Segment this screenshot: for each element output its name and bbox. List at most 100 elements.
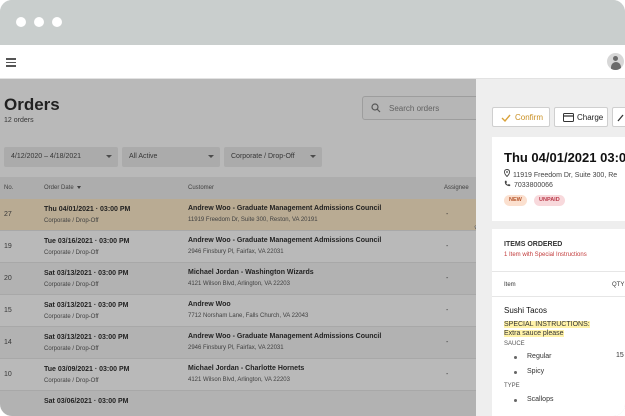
sauce-option: Regular: [527, 353, 552, 360]
more-actions-button[interactable]: [612, 107, 625, 127]
type-filter-value: Corporate / Drop-Off: [231, 153, 295, 160]
order-number: 20: [4, 275, 12, 282]
chevron-down-icon: [106, 155, 112, 158]
confirm-label: Confirm: [515, 113, 544, 122]
customer-name: Andrew Woo - Graduate Management Admissi…: [188, 333, 382, 340]
user-avatar-icon[interactable]: [607, 53, 624, 70]
assignee: -: [446, 275, 449, 282]
column-qty: QTY: [612, 282, 625, 288]
table-row[interactable]: 14 Sat 03/13/2021 · 03:00 PM Corporate /…: [0, 327, 476, 359]
table-row[interactable]: 27 Thu 04/01/2021 · 03:00 PM Corporate /…: [0, 199, 476, 231]
address-text: 11919 Freedom Dr, Suite 300, Re: [513, 172, 618, 179]
location-pin-icon: [504, 169, 510, 177]
status-badge-unpaid: UNPAID: [534, 195, 565, 206]
customer-name: Michael Jordan - Charlotte Hornets: [188, 365, 305, 372]
bullet-icon: [514, 371, 517, 374]
items-ordered-title: ITEMS ORDERED: [504, 241, 563, 248]
charge-button[interactable]: Charge: [554, 107, 608, 127]
special-instructions-text: Extra sauce please: [504, 330, 564, 337]
order-date: Sat 03/13/2021 · 03:00 PM: [44, 302, 129, 309]
customer-address: 4121 Wilson Blvd, Arlington, VA 22203: [188, 377, 290, 383]
customer-name: Andrew Woo - Graduate Management Admissi…: [188, 205, 382, 212]
table-row[interactable]: 10 Tue 03/09/2021 · 03:00 PM Corporate /…: [0, 359, 476, 391]
order-number: 14: [4, 339, 12, 346]
column-item: Item: [504, 282, 516, 288]
order-number: 27: [4, 211, 12, 218]
customer-name: Michael Jordan - Washington Wizards: [188, 269, 314, 276]
confirm-button[interactable]: Confirm: [492, 107, 550, 127]
items-ordered-card: ITEMS ORDERED 1 Item with Special Instru…: [492, 229, 625, 416]
item-name: Sushi Tacos: [504, 306, 547, 315]
sauce-option: Spicy: [527, 368, 545, 375]
items-special-note: 1 Item with Special Instructions: [504, 252, 587, 258]
bullet-icon: [514, 399, 517, 402]
assignee: -: [446, 211, 449, 218]
order-number: 15: [4, 307, 12, 314]
order-date: Sat 03/13/2021 · 03:00 PM: [44, 334, 129, 341]
column-order-date-label: Order Date: [44, 185, 74, 191]
check-icon: [501, 114, 511, 122]
orders-count: 12 orders: [4, 117, 34, 124]
customer-address: 4121 Wilson Blvd, Arlington, VA 22203: [188, 281, 290, 287]
order-number: 10: [4, 371, 12, 378]
order-service: Corporate / Drop-Off: [44, 282, 99, 288]
status-filter[interactable]: All Active: [122, 147, 220, 167]
order-detail-panel: Confirm Charge Thu 04/01/2021 03:0 11919…: [476, 79, 625, 416]
type-option: Scallops: [527, 396, 554, 403]
window-minimize-dot[interactable]: [34, 17, 44, 27]
table-header: No. Order Date Customer Assignee: [0, 177, 476, 199]
order-service: Corporate / Drop-Off: [44, 314, 99, 320]
customer-address: 7712 Norsham Lane, Falls Church, VA 2204…: [188, 313, 309, 319]
phone-icon: [504, 180, 511, 187]
sort-desc-icon: [76, 185, 81, 189]
order-summary-card: Thu 04/01/2021 03:0 11919 Freedom Dr, Su…: [492, 137, 625, 221]
search-placeholder: Search orders: [389, 104, 440, 113]
order-service: Corporate / Drop-Off: [44, 250, 99, 256]
order-datetime: Thu 04/01/2021 03:0: [504, 150, 625, 165]
order-date: Thu 04/01/2021 · 03:00 PM: [44, 206, 131, 213]
special-instructions: SPECIAL INSTRUCTIONS: Extra sauce please: [504, 320, 590, 338]
divider: [492, 296, 625, 297]
orders-page: Orders 12 orders Search orders 4/12/2020…: [0, 79, 476, 416]
type-header: TYPE: [504, 383, 520, 389]
window-close-dot[interactable]: [16, 17, 26, 27]
type-filter[interactable]: Corporate / Drop-Off: [224, 147, 322, 167]
special-instructions-label: SPECIAL INSTRUCTIONS:: [504, 321, 590, 328]
assignee: -: [446, 243, 449, 250]
app-header: [0, 45, 625, 79]
column-no[interactable]: No.: [4, 185, 13, 191]
search-icon: [371, 103, 381, 113]
table-row[interactable]: 15 Sat 03/13/2021 · 03:00 PM Corporate /…: [0, 295, 476, 327]
column-assignee[interactable]: Assignee: [444, 185, 469, 191]
column-order-date[interactable]: Order Date: [44, 185, 81, 191]
search-input[interactable]: Search orders: [362, 96, 476, 120]
table-row[interactable]: Sat 03/06/2021 · 03:00 PM: [0, 391, 476, 416]
order-date: Tue 03/09/2021 · 03:00 PM: [44, 366, 130, 373]
menu-icon[interactable]: [6, 58, 16, 67]
app-window: Orders 12 orders Search orders 4/12/2020…: [0, 0, 625, 416]
date-range-filter[interactable]: 4/12/2020 – 4/18/2021: [4, 147, 118, 167]
sauce-header: SAUCE: [504, 341, 525, 347]
order-number: 19: [4, 243, 12, 250]
phone-text: 7033800066: [514, 182, 553, 189]
status-filter-value: All Active: [129, 153, 158, 160]
column-customer[interactable]: Customer: [188, 185, 214, 191]
customer-name: Andrew Woo: [188, 301, 231, 308]
table-row[interactable]: 20 Sat 03/13/2021 · 03:00 PM Corporate /…: [0, 263, 476, 295]
sauce-qty: 15: [616, 352, 624, 359]
window-maximize-dot[interactable]: [52, 17, 62, 27]
order-service: Corporate / Drop-Off: [44, 346, 99, 352]
page-title: Orders: [4, 95, 60, 114]
order-date: Tue 03/16/2021 · 03:00 PM: [44, 238, 130, 245]
chevron-down-icon: [310, 155, 316, 158]
customer-address: 11919 Freedom Dr, Suite 300, Reston, VA …: [188, 217, 318, 223]
delivery-address: 11919 Freedom Dr, Suite 300, Re: [504, 169, 617, 179]
assignee: -: [446, 371, 449, 378]
order-service: Corporate / Drop-Off: [44, 218, 99, 224]
table-row[interactable]: 19 Tue 03/16/2021 · 03:00 PM Corporate /…: [0, 231, 476, 263]
contact-phone: 7033800066: [504, 180, 553, 189]
assignee: -: [446, 307, 449, 314]
divider: [492, 271, 625, 272]
credit-card-icon: [563, 113, 574, 122]
charge-label: Charge: [577, 113, 604, 122]
